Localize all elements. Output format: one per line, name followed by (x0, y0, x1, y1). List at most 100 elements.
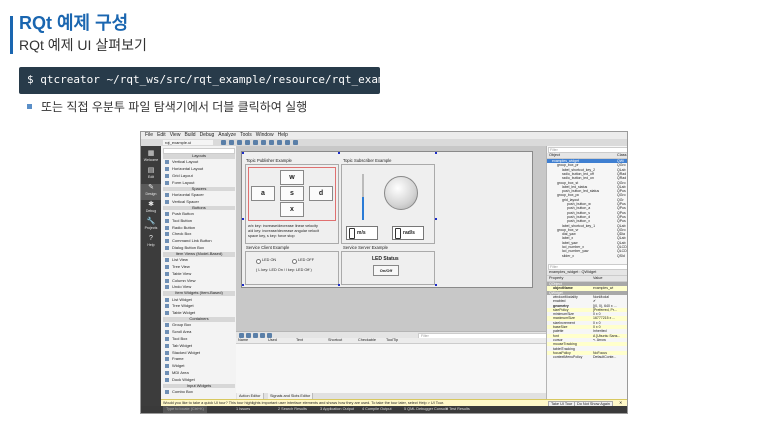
locator-input[interactable]: Type to locate (Ctrl+K) (163, 406, 207, 413)
widget-box-item[interactable]: Tool Box (163, 336, 235, 342)
column-header[interactable]: Name (238, 338, 248, 343)
widget-box-item[interactable]: Combo Box (163, 389, 235, 395)
widget-box-item[interactable]: Dock Widget (163, 377, 235, 383)
edit-buddies-icon[interactable] (285, 140, 290, 145)
property-row[interactable]: contextMenuPolicy DefaultConte... (547, 355, 627, 359)
layout-h-icon[interactable] (221, 140, 226, 145)
mode-debug[interactable]: ✱ Debug (141, 201, 161, 217)
key-d-button[interactable]: d (309, 186, 333, 201)
widget-category[interactable]: Layouts (163, 153, 235, 159)
column-header[interactable]: Shortcut (328, 338, 342, 343)
mode-help[interactable]: ? Help (141, 235, 161, 251)
widget-box-item[interactable]: Group Box (163, 322, 235, 328)
layout-v-icon[interactable] (229, 140, 234, 145)
key-a-button[interactable]: a (251, 186, 275, 201)
selection-handle[interactable] (338, 284, 340, 286)
adjust-size-icon[interactable] (261, 140, 266, 145)
widget-category[interactable]: Item Widgets (Item-Based) (163, 290, 235, 296)
edit-signals-icon[interactable] (277, 140, 282, 145)
menu-item[interactable]: Help (278, 132, 288, 139)
menu-item[interactable]: Debug (200, 132, 215, 139)
widget-category[interactable]: Input Widgets (163, 383, 235, 389)
selection-handle[interactable] (435, 218, 437, 220)
dial-yaw[interactable] (384, 176, 418, 210)
widget-category[interactable]: Spacers (163, 186, 235, 192)
key-w-button[interactable]: w (280, 170, 304, 185)
led-on-radio[interactable] (256, 259, 261, 264)
widget-box-item[interactable]: Horizontal Spacer (163, 192, 235, 198)
selection-handle[interactable] (338, 152, 340, 154)
widget-box-item[interactable]: Undo View (163, 284, 235, 290)
widget-box-item[interactable]: Tree View (163, 264, 235, 270)
selection-handle[interactable] (242, 152, 244, 154)
form-widget[interactable]: Topic Publisher Example w a s d x w/x ke… (241, 151, 533, 288)
break-layout-icon[interactable] (253, 140, 258, 145)
edit-widgets-icon[interactable] (269, 140, 274, 145)
widget-box-item[interactable]: List Widget (163, 297, 235, 303)
widget-box-item[interactable]: MDI Area (163, 370, 235, 376)
widget-box-item[interactable]: Tree Widget (163, 303, 235, 309)
mode-projects[interactable]: 🔧 Projects (141, 218, 161, 234)
class-column-header[interactable]: Class (617, 153, 627, 158)
output-pane-tab[interactable]: 3 Application Output (320, 406, 354, 413)
widget-category[interactable]: Buttons (163, 205, 235, 211)
key-x-button[interactable]: x (280, 202, 304, 217)
widget-box-item[interactable]: Horizontal Layout (163, 166, 235, 172)
widget-box-item[interactable]: Vertical Spacer (163, 199, 235, 205)
widget-box-item[interactable]: Tool Button (163, 218, 235, 224)
widget-box-item[interactable]: Check Box (163, 231, 235, 237)
object-tree-row[interactable]: slider_x QSld (547, 254, 627, 258)
widget-box-item[interactable]: Vertical Layout (163, 159, 235, 165)
selection-handle[interactable] (435, 152, 437, 154)
mode-edit[interactable]: ▤ Edit (141, 167, 161, 183)
led-status-button[interactable]: On/Off (373, 265, 399, 276)
selection-handle[interactable] (242, 284, 244, 286)
menu-item[interactable]: Build (184, 132, 195, 139)
widget-box-item[interactable]: Dialog Button Box (163, 245, 235, 251)
selection-handle[interactable] (242, 218, 244, 220)
widget-box-item[interactable]: Table View (163, 271, 235, 277)
widget-box-item[interactable]: Frame (163, 356, 235, 362)
menu-item[interactable]: Window (256, 132, 274, 139)
widget-box-item[interactable]: Form Layout (163, 180, 235, 186)
output-pane-tab[interactable]: 1 Issues (236, 406, 250, 413)
widget-box-item[interactable]: Command Link Button (163, 238, 235, 244)
widget-box-item[interactable]: Grid Layout (163, 173, 235, 179)
property-column-header[interactable]: Property (549, 276, 563, 281)
output-pane-tab[interactable]: 6 Test Results (446, 406, 470, 413)
output-pane-tab[interactable]: 2 Search Results (278, 406, 307, 413)
led-off-radio[interactable] (292, 259, 297, 264)
menu-item[interactable]: Tools (240, 132, 252, 139)
file-tab[interactable]: rqt_example.ui (163, 140, 213, 145)
widget-box-item[interactable]: List View (163, 257, 235, 263)
output-pane-tab[interactable]: 5 QML Debugger Console (404, 406, 448, 413)
widget-box-item[interactable]: Push Button (163, 211, 235, 217)
object-column-header[interactable]: Object (549, 153, 560, 158)
widget-box-item[interactable]: Stacked Widget (163, 350, 235, 356)
menu-item[interactable]: View (170, 132, 181, 139)
widget-box-item[interactable]: Widget (163, 363, 235, 369)
output-pane-tab[interactable]: 4 Compile Output (362, 406, 392, 413)
column-header[interactable]: Text (296, 338, 303, 343)
column-header[interactable]: ToolTip (386, 338, 398, 343)
layout-grid-icon[interactable] (237, 140, 242, 145)
selection-handle[interactable] (435, 284, 437, 286)
mode-welcome[interactable]: ▦ Welcome (141, 150, 161, 166)
menu-item[interactable]: File (145, 132, 153, 139)
menu-item[interactable]: Edit (157, 132, 166, 139)
layout-form-icon[interactable] (245, 140, 250, 145)
widget-box-item[interactable]: Column View (163, 278, 235, 284)
column-header[interactable]: Checkable (358, 338, 376, 343)
widget-box-item[interactable]: Scroll Area (163, 329, 235, 335)
mode-design[interactable]: ✎ Design (141, 184, 161, 200)
widget-category[interactable]: Containers (163, 316, 235, 322)
widget-box-item[interactable]: Tab Widget (163, 343, 235, 349)
value-column-header[interactable]: Value (593, 276, 602, 281)
widget-category[interactable]: Item Views (Model-Based) (163, 251, 235, 257)
widget-box-item[interactable]: Table Widget (163, 310, 235, 316)
widget-box-item[interactable]: Radio Button (163, 225, 235, 231)
key-s-button[interactable]: s (280, 186, 304, 201)
menu-item[interactable]: Analyze (218, 132, 236, 139)
edit-tab-order-icon[interactable] (293, 140, 298, 145)
column-header[interactable]: Used (268, 338, 277, 343)
